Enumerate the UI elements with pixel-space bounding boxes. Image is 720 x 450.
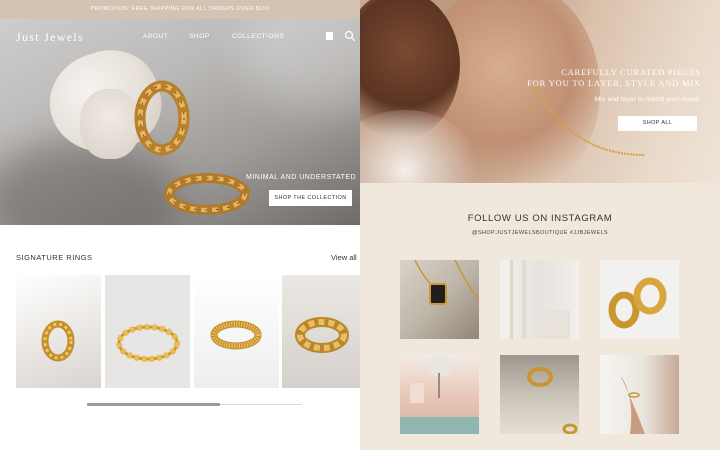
instagram-post-ring[interactable] (500, 355, 579, 434)
search-icon[interactable] (344, 30, 356, 42)
ring-photo (527, 367, 578, 434)
beaded-ring-image (116, 324, 180, 362)
hoop-earring-small (164, 173, 250, 215)
shop-all-button[interactable]: SHOP ALL (618, 116, 697, 131)
instagram-handle[interactable]: @SHOP.JUSTJEWELSBOUTIQUE #JJBJEWELS (360, 230, 720, 236)
view-all-link[interactable]: View all (331, 253, 357, 262)
instagram-title: FOLLOW US ON INSTAGRAM (467, 213, 613, 224)
shopping-bag-icon[interactable] (326, 32, 333, 40)
layering-banner: CAREFULLY CURATED PIECES FOR YOU TO LAYE… (360, 0, 720, 183)
banner-title-line2: FOR YOU TO LAYER, STYLE AND MIX (527, 78, 701, 88)
signature-rings-title: SIGNATURE RINGS (16, 253, 93, 262)
promo-bar: PROMOTION: FREE SHIPPING FOR ALL ORDERS … (0, 0, 360, 19)
banner-title-line1: CAREFULLY CURATED PIECES (561, 67, 701, 77)
dome-ring-image (295, 317, 349, 353)
banner-subtitle: Mix and layer to match your mood (594, 96, 699, 103)
courtyard-photo (400, 355, 479, 434)
ribbed-ring-image (210, 320, 262, 350)
instagram-post-bracelet[interactable] (600, 355, 679, 434)
shop-collection-button[interactable]: SHOP THE COLLECTION (269, 190, 352, 206)
nav-about[interactable]: ABOUT (143, 33, 168, 40)
product-tile-braided-ring[interactable] (16, 275, 101, 388)
instagram-panel: CAREFULLY CURATED PIECES FOR YOU TO LAYE… (360, 0, 720, 450)
instagram-post-curtain[interactable] (500, 260, 579, 339)
hero-stone-front (80, 89, 140, 159)
bracelet-photo (620, 375, 645, 434)
storefront-panel: PROMOTION: FREE SHIPPING FOR ALL ORDERS … (0, 0, 360, 450)
braided-ring-image (41, 320, 75, 362)
instagram-post-courtyard[interactable] (400, 355, 479, 434)
product-tile-dome-ring[interactable] (282, 275, 360, 388)
nav-collections[interactable]: COLLECTIONS (232, 33, 284, 40)
instagram-post-hoops[interactable] (600, 260, 679, 339)
carousel-scrollbar-thumb[interactable] (87, 403, 220, 406)
hero-caption: MINIMAL AND UNDERSTATED (246, 174, 357, 181)
hoops-photo (608, 277, 667, 329)
hoop-earring-large (134, 80, 190, 156)
product-tile-ribbed-ring[interactable] (194, 275, 279, 388)
hero-banner: MINIMAL AND UNDERSTATED SHOP THE COLLECT… (0, 19, 360, 225)
necklace-photo (414, 260, 479, 305)
product-tile-beaded-ring[interactable] (105, 275, 190, 388)
nav-shop[interactable]: SHOP (189, 33, 210, 40)
instagram-post-necklace[interactable] (400, 260, 479, 339)
curtain-photo (510, 260, 570, 339)
brand-logo[interactable]: Just Jewels (16, 30, 84, 45)
